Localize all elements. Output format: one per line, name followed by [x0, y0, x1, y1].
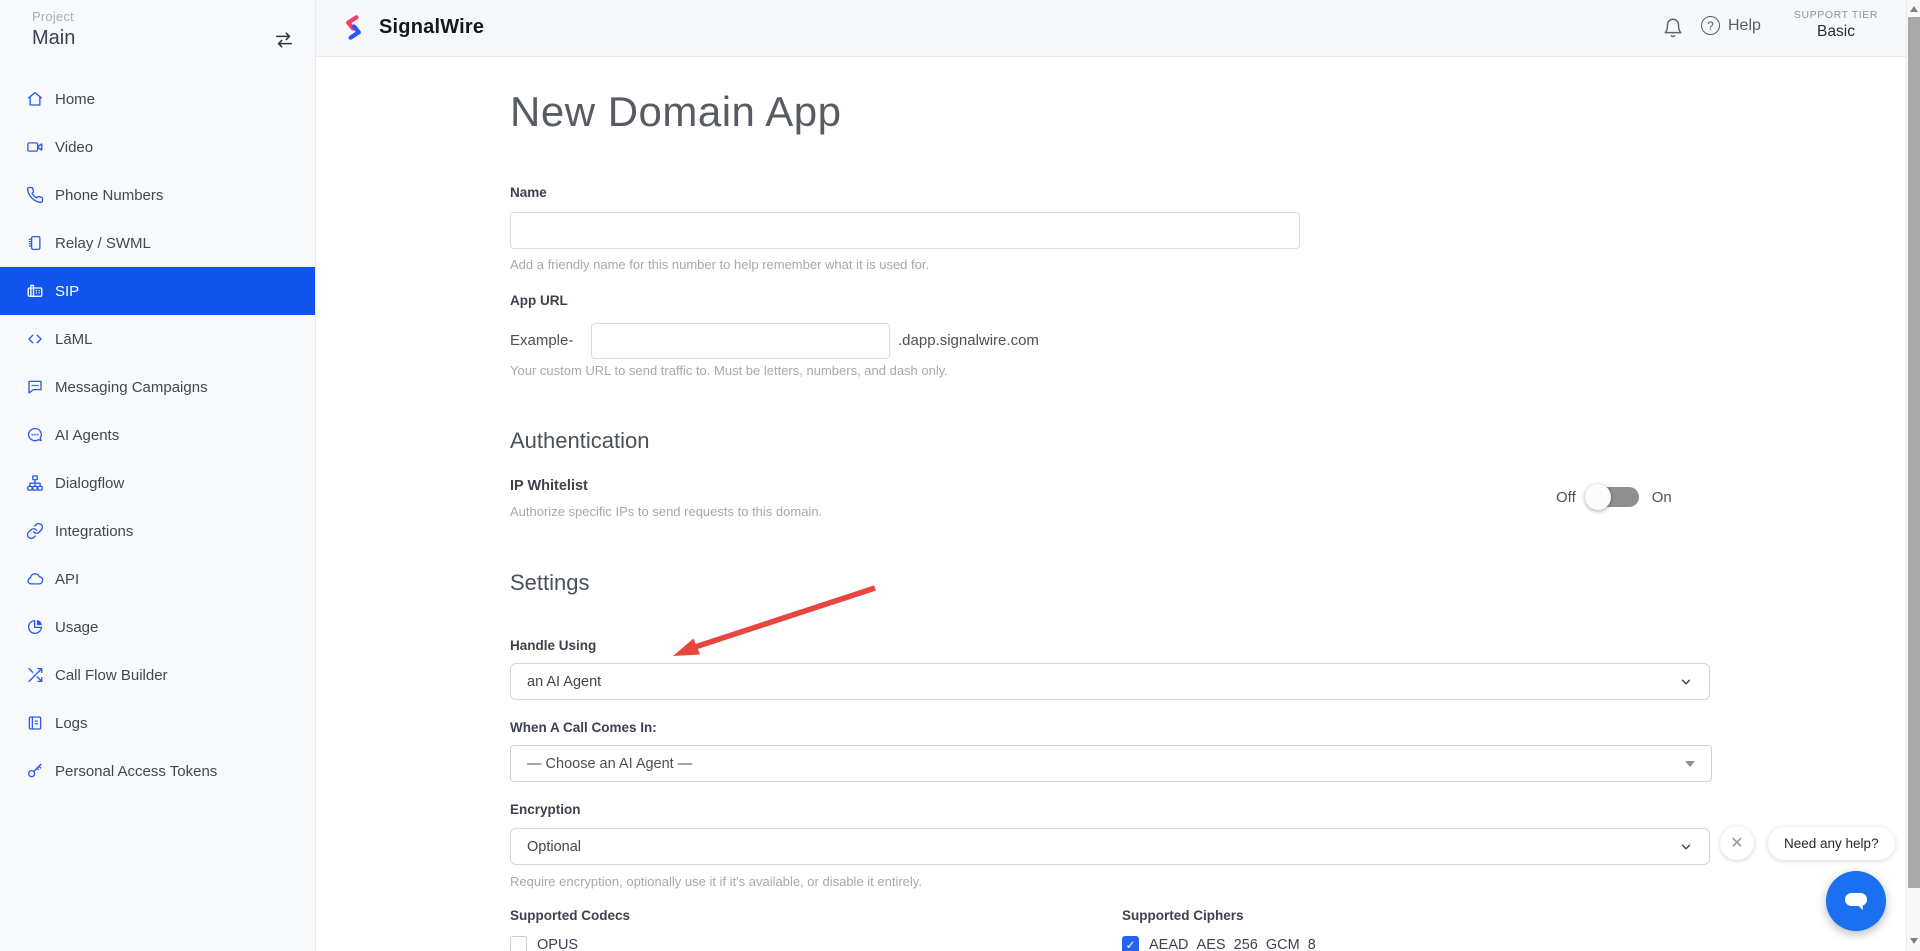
chat-smile-icon	[26, 426, 44, 444]
code-icon	[26, 330, 44, 348]
app-url-label: App URL	[510, 293, 568, 308]
aead-aes-256-gcm-8-checkbox[interactable]: ✓	[1122, 936, 1139, 951]
ip-whitelist-toggle-group: Off On	[1556, 482, 1672, 512]
encryption-select[interactable]: Optional	[510, 828, 1710, 865]
toggle-knob[interactable]	[1585, 484, 1611, 510]
close-icon: ✕	[1730, 833, 1743, 853]
chat-close-button[interactable]: ✕	[1720, 826, 1754, 860]
chat-launcher-button[interactable]	[1826, 871, 1886, 931]
sidebar-item-sip[interactable]: SIP	[0, 267, 315, 315]
chat-bubble-icon	[1840, 885, 1872, 917]
authentication-heading: Authentication	[510, 428, 649, 454]
sidebar-item-video[interactable]: Video	[0, 123, 315, 171]
when-call-comes-in-label: When A Call Comes In:	[510, 720, 657, 735]
vertical-scrollbar[interactable]	[1906, 0, 1920, 951]
sidebar-item-api[interactable]: API	[0, 555, 315, 603]
switch-project-icon[interactable]	[273, 30, 295, 55]
opus-checkbox[interactable]	[510, 936, 527, 951]
encryption-helper: Require encryption, optionally use it if…	[510, 874, 922, 889]
sidebar-item-phone-numbers[interactable]: Phone Numbers	[0, 171, 315, 219]
name-input[interactable]	[510, 212, 1300, 249]
codec-opus-row: OPUS	[510, 936, 578, 951]
ip-whitelist-label: IP Whitelist	[510, 478, 588, 494]
sidebar-item-laml[interactable]: LāML	[0, 315, 315, 363]
supported-ciphers-label: Supported Ciphers	[1122, 908, 1244, 923]
cloud-icon	[26, 570, 44, 588]
dropdown-arrow-icon	[1685, 761, 1695, 767]
phone-icon	[26, 186, 44, 204]
sidebar-item-ai-agents[interactable]: AI Agents	[0, 411, 315, 459]
support-tier-label: SUPPORT TIER	[1771, 9, 1901, 21]
link-icon	[26, 522, 44, 540]
signalwire-dashboard: Project Main Home Video Phone Numbers	[0, 0, 1920, 951]
scrollbar-up-arrow-icon[interactable]	[1910, 6, 1918, 12]
main-content: New Domain App Name Add a friendly name …	[317, 58, 1906, 951]
sidebar-item-usage[interactable]: Usage	[0, 603, 315, 651]
ip-whitelist-toggle[interactable]	[1589, 487, 1639, 507]
support-tier-value: Basic	[1771, 23, 1901, 41]
app-url-suffix: .dapp.signalwire.com	[898, 323, 1039, 359]
ip-whitelist-helper: Authorize specific IPs to send requests …	[510, 504, 822, 519]
supported-codecs-label: Supported Codecs	[510, 908, 630, 923]
key-icon	[26, 762, 44, 780]
home-icon	[26, 90, 44, 108]
name-helper: Add a friendly name for this number to h…	[510, 257, 929, 272]
signalwire-logo-icon	[340, 14, 367, 41]
support-tier: SUPPORT TIER Basic	[1771, 9, 1901, 41]
page-title: New Domain App	[510, 88, 842, 136]
project-label: Project	[32, 9, 315, 24]
pie-chart-icon	[26, 618, 44, 636]
encryption-label: Encryption	[510, 802, 581, 817]
sidebar-item-integrations[interactable]: Integrations	[0, 507, 315, 555]
app-url-helper: Your custom URL to send traffic to. Must…	[510, 363, 948, 378]
toggle-on-label: On	[1652, 489, 1672, 506]
relay-chip-icon	[26, 234, 44, 252]
toggle-off-label: Off	[1556, 489, 1576, 506]
sidebar-item-dialogflow[interactable]: Dialogflow	[0, 459, 315, 507]
app-url-input[interactable]	[591, 323, 890, 359]
sidebar-item-messaging-campaigns[interactable]: Messaging Campaigns	[0, 363, 315, 411]
scrollbar-down-arrow-icon[interactable]	[1910, 938, 1918, 944]
sidebar-item-personal-access-tokens[interactable]: Personal Access Tokens	[0, 747, 315, 795]
brand[interactable]: SignalWire	[340, 14, 484, 41]
chevron-down-icon	[1679, 840, 1693, 854]
sip-phone-icon	[26, 282, 44, 300]
topbar: SignalWire ? Help SUPPORT TIER Basic	[316, 0, 1920, 57]
project-switcher: Project Main	[0, 0, 315, 57]
chat-tooltip: Need any help?	[1768, 827, 1895, 860]
name-label: Name	[510, 185, 547, 200]
message-bubble-icon	[26, 378, 44, 396]
when-call-comes-in-select[interactable]: — Choose an AI Agent —	[510, 745, 1712, 782]
logbook-icon	[26, 714, 44, 732]
brand-name: SignalWire	[379, 16, 484, 39]
chevron-down-icon	[1679, 675, 1693, 689]
app-url-prefix: Example-	[510, 323, 573, 359]
shuffle-icon	[26, 666, 44, 684]
handle-using-label: Handle Using	[510, 638, 596, 653]
notifications-bell-icon[interactable]	[1662, 17, 1684, 39]
sidebar-item-home[interactable]: Home	[0, 75, 315, 123]
scrollbar-thumb[interactable]	[1908, 17, 1920, 888]
sitemap-icon	[26, 474, 44, 492]
settings-heading: Settings	[510, 570, 590, 596]
video-camera-icon	[26, 138, 44, 156]
sidebar-nav: Home Video Phone Numbers Relay / SWML SI…	[0, 75, 315, 795]
sidebar-item-logs[interactable]: Logs	[0, 699, 315, 747]
red-annotation-arrow	[660, 575, 900, 680]
sidebar-item-relay-swml[interactable]: Relay / SWML	[0, 219, 315, 267]
sidebar: Project Main Home Video Phone Numbers	[0, 0, 316, 951]
question-mark-icon: ?	[1701, 16, 1720, 35]
sidebar-item-call-flow-builder[interactable]: Call Flow Builder	[0, 651, 315, 699]
cipher-aead-row: ✓ AEAD_AES_256_GCM_8	[1122, 936, 1316, 951]
help-button[interactable]: ? Help	[1701, 16, 1761, 35]
